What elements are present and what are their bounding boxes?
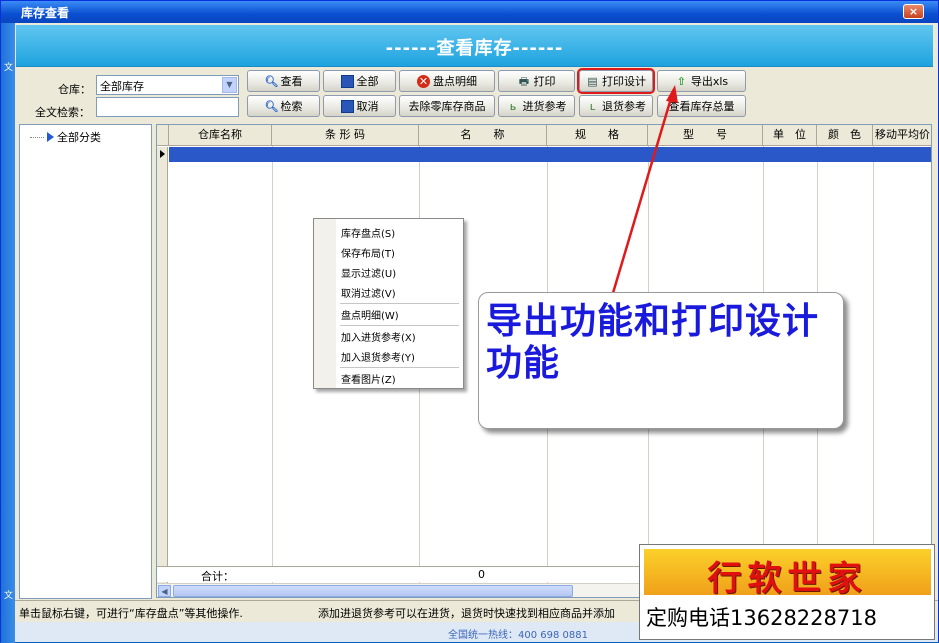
title-bar[interactable]: 库存查看 × [1, 1, 938, 23]
fulltext-label: 全文检索： [35, 106, 90, 119]
menu-item-count-detail[interactable]: 盘点明细(W) [341, 307, 399, 322]
status-hint-right: 添加进退货参考可以在进货，退货时快速找到相应商品并添加 [318, 607, 615, 620]
menu-item-save-layout[interactable]: 保存布局(T) [341, 245, 395, 260]
search-button-label: 检索 [280, 100, 303, 113]
remove-zero-stock-button[interactable]: 去除零库存商品 [399, 95, 495, 117]
window-title: 库存查看 [21, 6, 70, 20]
scroll-thumb[interactable] [173, 585, 573, 597]
column-header[interactable]: 规 格 [547, 125, 648, 146]
count-detail-label: 盘点明细 [433, 75, 477, 88]
printer-icon: 🖶 [518, 74, 530, 88]
all-button[interactable]: 全部 [323, 70, 396, 92]
sum-value: 0 [478, 568, 485, 581]
grid-icon [340, 74, 354, 88]
print-design-button[interactable]: ▤ 打印设计 [577, 68, 655, 94]
print-button[interactable]: 🖶 打印 [498, 70, 575, 92]
purchase-ref-icon: ь [509, 99, 517, 113]
column-header[interactable]: 型 号 [648, 125, 763, 146]
menu-item-show-filter[interactable]: 显示过滤(U) [341, 265, 396, 280]
status-hint-left: 单击鼠标右键，可进行“库存盘点”等其他操作. [19, 607, 243, 620]
column-header[interactable]: 移动平均价 [873, 125, 931, 146]
column-header[interactable]: 仓库名称 [169, 125, 272, 146]
menu-separator [340, 367, 459, 368]
warehouse-select-value: 全部库存 [100, 80, 144, 93]
remove-zero-label: 去除零库存商品 [408, 100, 486, 113]
background-window-edge: 文 文 [1, 23, 15, 643]
purchase-ref-button[interactable]: ь 进货参考 [498, 95, 575, 117]
purchase-ref-label: 进货参考 [522, 100, 567, 113]
fulltext-search-input[interactable] [96, 97, 239, 117]
grid-corner [157, 125, 169, 146]
chevron-down-icon[interactable]: ▼ [222, 77, 237, 93]
current-row-arrow-icon [160, 150, 165, 158]
warehouse-label: 仓库： [58, 83, 91, 96]
sum-label: 合计： [201, 570, 234, 583]
export-xls-button[interactable]: ⇧ 导出xls [657, 70, 746, 92]
category-tree[interactable]: 全部分类 [19, 124, 152, 599]
vendor-watermark: 行软世家 定购电话13628228718 [639, 544, 935, 640]
column-header[interactable]: 单 位 [763, 125, 817, 146]
stock-view-window: 库存查看 × 文 文 ------查看库存------ 仓库： 全部库存 ▼ 全… [0, 0, 939, 643]
tree-node-icon [47, 132, 54, 142]
menu-item-cancel-filter[interactable]: 取消过滤(V) [341, 285, 396, 300]
page-design-icon: ▤ [587, 74, 598, 88]
view-total-label: 查看库存总量 [668, 100, 735, 113]
selected-table-row[interactable] [169, 147, 931, 162]
menu-item-add-return-ref[interactable]: 加入退货参考(Y) [341, 349, 415, 364]
tree-node-all-categories[interactable]: 全部分类 [30, 129, 101, 145]
menu-item-add-purchase-ref[interactable]: 加入进货参考(X) [341, 329, 416, 344]
cancel-button-label: 取消 [356, 100, 379, 113]
hotline-text: 全国统一热线：400 698 0881 [448, 630, 588, 641]
callout-text: 导出功能和打印设计功能 [486, 301, 820, 384]
red-x-icon: ✕ [417, 74, 430, 88]
order-phone: 定购电话13628228718 [646, 606, 877, 630]
annotation-callout: 导出功能和打印设计功能 [478, 292, 844, 429]
header-banner: ------查看库存------ [16, 25, 933, 67]
column-header[interactable]: 名 称 [419, 125, 547, 146]
grid-header: 仓库名称 条 形 码 名 称 规 格 型 号 单 位 颜 色 移动平均价 [157, 125, 931, 146]
view-button[interactable]: 🔍︎ 查看 [247, 70, 320, 92]
column-header[interactable]: 条 形 码 [272, 125, 419, 146]
edge-char-top: 文 [4, 63, 14, 73]
menu-item-view-image[interactable]: 查看图片(Z) [341, 371, 396, 386]
print-design-label: 打印设计 [602, 75, 646, 88]
return-ref-label: 退货参考 [602, 100, 646, 113]
row-header-column [157, 162, 168, 597]
grid-line [272, 146, 273, 597]
menu-icon-strip [314, 219, 336, 388]
vendor-logo-text: 行软世家 [707, 559, 868, 599]
menu-separator [340, 303, 459, 304]
tree-connector [30, 136, 44, 138]
magnifier-icon: 🔍︎ [264, 99, 279, 113]
return-ref-button[interactable]: ʟ 退货参考 [579, 95, 653, 117]
tree-node-label: 全部分类 [57, 131, 101, 144]
print-button-label: 打印 [533, 75, 556, 88]
all-button-label: 全部 [356, 75, 379, 88]
grid-icon [340, 99, 354, 113]
row-indicator[interactable] [157, 147, 168, 162]
close-button[interactable]: × [903, 4, 924, 19]
export-arrow-icon: ⇧ [676, 74, 686, 88]
grid-line [873, 146, 874, 597]
warehouse-select[interactable]: 全部库存 ▼ [96, 75, 239, 95]
vendor-logo: 行软世家 [644, 549, 931, 599]
count-detail-button[interactable]: ✕ 盘点明细 [399, 70, 495, 92]
banner-title: ------查看库存------ [385, 38, 564, 59]
view-button-label: 查看 [280, 75, 303, 88]
edge-char-bottom: 文 [4, 591, 14, 601]
view-total-stock-button[interactable]: 查看库存总量 [657, 95, 746, 117]
scroll-left-icon[interactable]: ◀ [158, 585, 171, 597]
cancel-button[interactable]: 取消 [323, 95, 396, 117]
menu-separator [340, 325, 459, 326]
export-xls-label: 导出xls [690, 75, 729, 88]
return-ref-icon: ʟ [589, 99, 596, 113]
context-menu: 库存盘点(S) 保存布局(T) 显示过滤(U) 取消过滤(V) 盘点明细(W) … [313, 218, 464, 389]
menu-item-stock-count[interactable]: 库存盘点(S) [341, 225, 395, 240]
magnifier-icon: 🔍︎ [264, 74, 279, 88]
column-header[interactable]: 颜 色 [817, 125, 873, 146]
search-button[interactable]: 🔍︎ 检索 [247, 95, 320, 117]
